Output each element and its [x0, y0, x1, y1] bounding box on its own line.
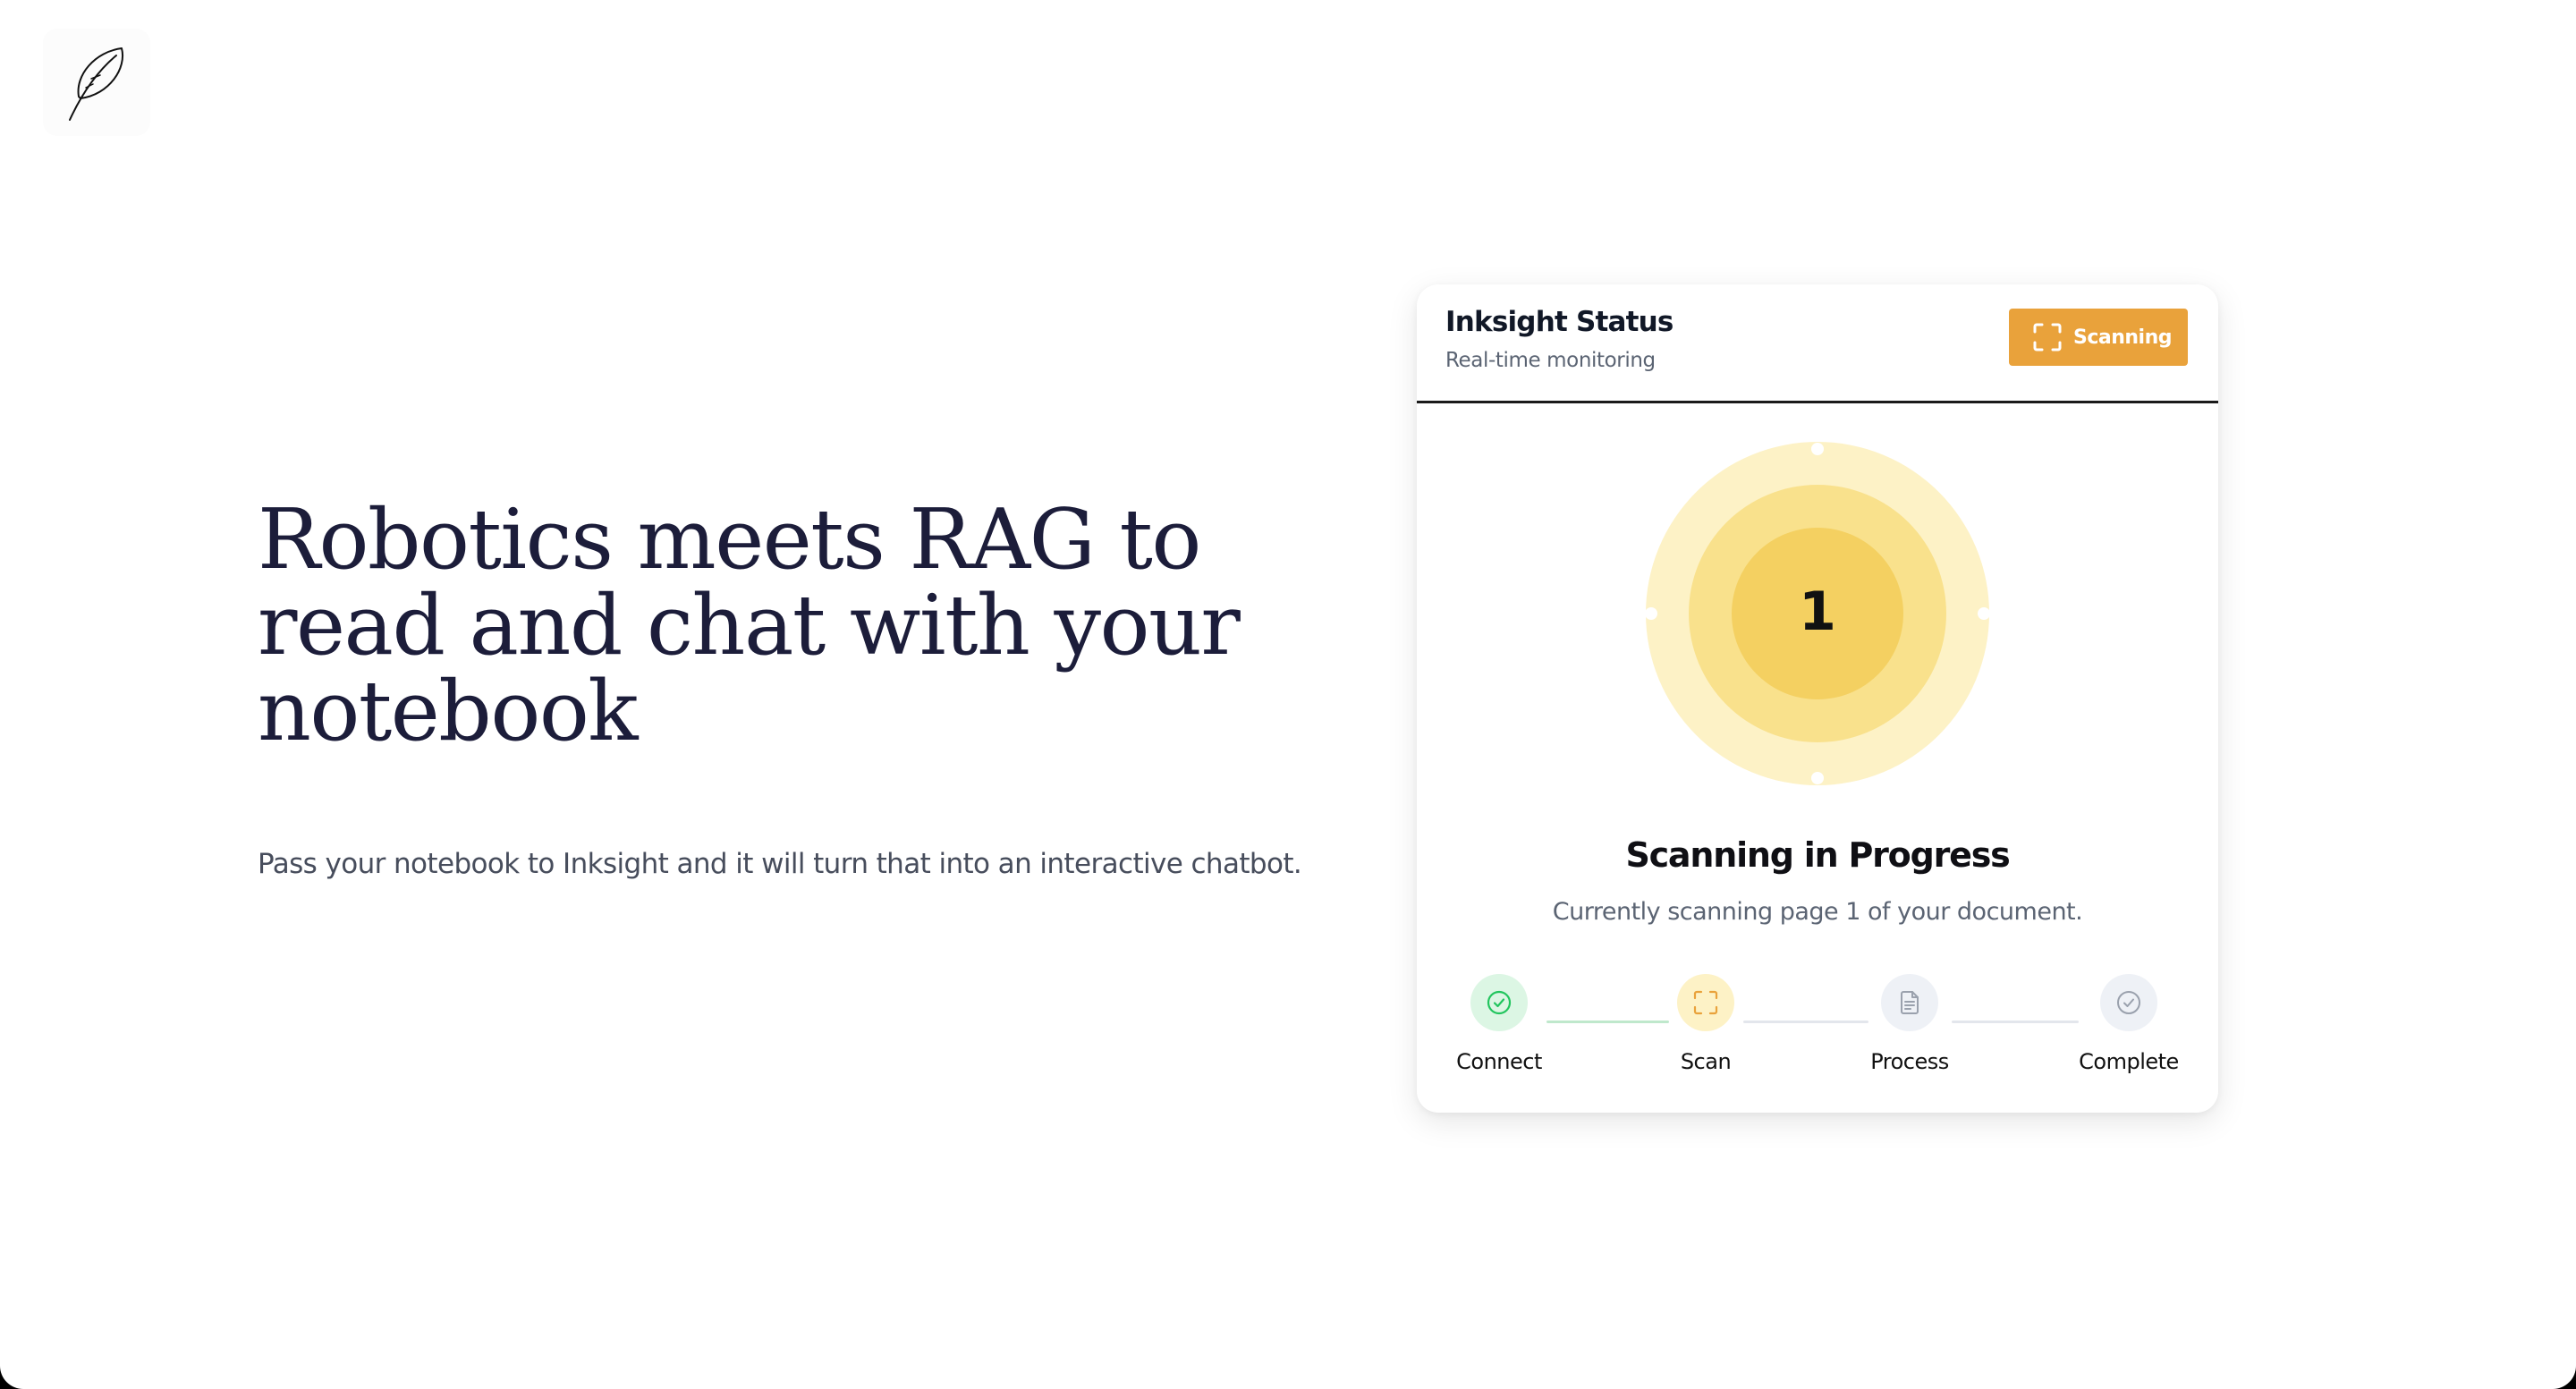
progress-description: Currently scanning page 1 of your docume…	[1552, 898, 2083, 926]
hero-title: Robotics meets RAG to read and chat with…	[258, 491, 1241, 759]
radar-orbit-dot	[1811, 772, 1824, 784]
check-circle-icon	[1487, 990, 1512, 1015]
step-connect-label: Connect	[1456, 1049, 1542, 1074]
step-complete-badge	[2100, 974, 2157, 1031]
step-scan[interactable]: Scan	[1616, 974, 1795, 1074]
step-connect-badge	[1470, 974, 1528, 1031]
radar-orbit-dot	[1978, 607, 1990, 620]
document-icon	[1901, 991, 1919, 1014]
scan-frame-icon	[2033, 323, 2062, 351]
step-scan-label: Scan	[1680, 1049, 1732, 1074]
step-connect[interactable]: Connect	[1417, 974, 1589, 1074]
status-card: Inksight Status Real-time monitoring Sca…	[1417, 284, 2218, 1113]
status-card-title: Inksight Status	[1445, 306, 1674, 338]
hero-subtitle: Pass your notebook to Inksight and it wi…	[258, 848, 1302, 880]
step-process[interactable]: Process	[1820, 974, 1999, 1074]
check-circle-icon	[2117, 991, 2140, 1014]
feather-icon	[69, 47, 124, 121]
step-process-label: Process	[1870, 1049, 1949, 1074]
status-card-subtitle: Real-time monitoring	[1445, 349, 1656, 372]
step-complete[interactable]: Complete	[2039, 974, 2218, 1074]
step-complete-label: Complete	[2079, 1049, 2179, 1074]
step-process-badge	[1881, 974, 1938, 1031]
step-scan-badge	[1677, 974, 1734, 1031]
scan-progress-radar: 1	[1645, 442, 1990, 785]
radar-orbit-dot	[1811, 443, 1824, 455]
scanning-status-label: Scanning	[2073, 326, 2173, 349]
radar-orbit-dot	[1645, 607, 1657, 620]
feather-logo[interactable]	[43, 29, 150, 136]
status-card-header: Inksight Status Real-time monitoring Sca…	[1417, 284, 2218, 403]
scanning-status-button[interactable]: Scanning	[2009, 309, 2188, 366]
progress-title: Scanning in Progress	[1625, 835, 2010, 875]
scan-frame-icon	[1693, 990, 1718, 1015]
current-page-number: 1	[1799, 580, 1836, 643]
landing-page: Robotics meets RAG to read and chat with…	[0, 0, 2576, 1389]
